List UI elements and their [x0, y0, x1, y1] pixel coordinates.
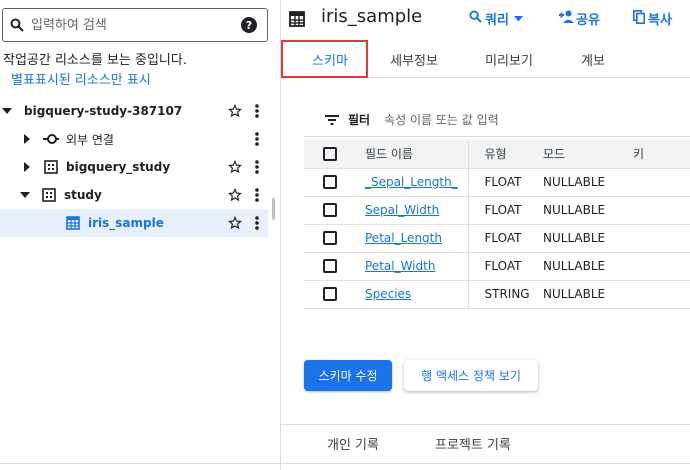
chevron-down-icon — [513, 11, 523, 26]
field-name-link[interactable]: _Sepal_Length_ — [365, 175, 458, 189]
share-label: 공유 — [576, 13, 600, 28]
row-checkbox[interactable] — [323, 287, 337, 302]
field-type: FLOAT — [468, 168, 543, 197]
tree-item-table-iris-sample[interactable]: iris_sample — [0, 209, 268, 237]
field-mode: NULLABLE — [543, 252, 633, 281]
table-header: iris_sample 쿼리 공유 복사 — [281, 0, 690, 36]
row-checkbox[interactable] — [323, 203, 337, 218]
workspace-notice: 작업공간 리소스를 보는 중입니다. — [3, 53, 187, 68]
view-row-access-policies-button[interactable]: 행 액세스 정책 보기 — [404, 360, 538, 391]
field-type: FLOAT — [468, 224, 543, 253]
chevron-down-icon[interactable] — [18, 191, 32, 199]
more-vert-icon[interactable] — [246, 104, 268, 118]
edit-schema-button[interactable]: 스키마 수정 — [304, 360, 392, 391]
search-icon — [469, 10, 482, 27]
row-checkbox[interactable] — [323, 175, 337, 190]
chevron-right-icon[interactable] — [20, 162, 34, 172]
more-vert-icon[interactable] — [246, 216, 268, 230]
tree-item-label: bigquery-study-387107 — [24, 104, 183, 118]
dataset-icon — [40, 188, 58, 202]
star-icon[interactable] — [224, 160, 246, 174]
table-header-row: 필드 이름 유형 모드 키 — [304, 140, 690, 169]
copy-button[interactable]: 복사 — [633, 9, 672, 28]
table-row: Species STRING NULLABLE — [304, 280, 690, 309]
page-title: iris_sample — [321, 6, 423, 27]
tab-lineage[interactable]: 계보 — [571, 40, 615, 78]
filter-icon — [320, 114, 344, 125]
field-name-link[interactable]: Petal_Length — [365, 231, 442, 245]
copy-label: 복사 — [648, 13, 672, 28]
star-icon[interactable] — [224, 188, 246, 202]
field-mode: NULLABLE — [543, 168, 633, 197]
scrollbar-thumb[interactable] — [272, 198, 275, 220]
table-row: Petal_Width FLOAT NULLABLE — [304, 252, 690, 281]
filter-placeholder[interactable]: 속성 이름 또는 값 입력 — [384, 111, 499, 128]
search-box[interactable]: ? — [2, 8, 268, 42]
bigquery-explorer-window: ? 작업공간 리소스를 보는 중입니다. 별표표시된 리소스만 표시 bigqu… — [0, 0, 690, 470]
table-row: Sepal_Width FLOAT NULLABLE — [304, 196, 690, 225]
query-label: 쿼리 — [485, 13, 509, 28]
column-header-type: 유형 — [468, 140, 543, 169]
tree-item-external[interactable]: 외부 연결 — [0, 125, 268, 153]
chevron-right-icon[interactable] — [20, 134, 34, 144]
field-type: STRING — [468, 280, 543, 309]
share-button[interactable]: 공유 — [558, 9, 600, 28]
star-icon[interactable] — [224, 216, 246, 230]
explorer-panel: ? 작업공간 리소스를 보는 중입니다. 별표표시된 리소스만 표시 bigqu… — [0, 0, 276, 470]
dataset-icon — [42, 160, 60, 174]
field-mode: NULLABLE — [543, 196, 633, 225]
help-icon[interactable]: ? — [241, 17, 257, 33]
person-add-icon — [558, 10, 574, 27]
copy-icon — [633, 9, 646, 28]
field-name-link[interactable]: Sepal_Width — [365, 203, 439, 217]
tree-item-project[interactable]: bigquery-study-387107 — [0, 97, 268, 125]
history-divider — [281, 424, 690, 425]
field-name-link[interactable]: Petal_Width — [365, 259, 435, 273]
more-vert-icon[interactable] — [246, 132, 268, 146]
tree-item-label: 외부 연결 — [66, 132, 114, 147]
tab-personal-history[interactable]: 개인 기록 — [327, 434, 379, 453]
field-type: FLOAT — [468, 252, 543, 281]
schema-table: 필드 이름 유형 모드 키 _Sepal_Length_ FLOAT NULLA… — [304, 140, 690, 309]
tab-highlight-box — [281, 40, 368, 78]
tree-item-label: iris_sample — [88, 216, 164, 230]
field-mode: NULLABLE — [543, 224, 633, 253]
show-starred-link[interactable]: 별표표시된 리소스만 표시 — [11, 69, 151, 88]
more-vert-icon[interactable] — [246, 160, 268, 174]
select-all-checkbox[interactable] — [323, 147, 337, 161]
column-header-key: 키 — [633, 140, 690, 169]
star-icon[interactable] — [224, 104, 246, 118]
filter-label: 필터 — [348, 113, 371, 127]
search-icon — [3, 18, 31, 32]
query-button[interactable]: 쿼리 — [469, 9, 523, 28]
tree-item-label: bigquery_study — [66, 160, 171, 174]
bottom-border — [0, 463, 690, 464]
search-input[interactable] — [31, 17, 241, 33]
filter-bar[interactable]: 필터 속성 이름 또는 값 입력 — [304, 103, 690, 137]
tree-item-dataset-study[interactable]: study — [0, 181, 268, 209]
row-checkbox[interactable] — [323, 231, 337, 246]
field-type: FLOAT — [468, 196, 543, 225]
tree-item-dataset-bigquery-study[interactable]: bigquery_study — [0, 153, 268, 181]
field-name-link[interactable]: Species — [365, 287, 411, 301]
tab-project-history[interactable]: 프로젝트 기록 — [435, 434, 511, 453]
connection-icon — [42, 133, 60, 145]
more-vert-icon[interactable] — [246, 188, 268, 202]
table-row: Petal_Length FLOAT NULLABLE — [304, 224, 690, 253]
row-checkbox[interactable] — [323, 259, 337, 274]
table-row: _Sepal_Length_ FLOAT NULLABLE — [304, 168, 690, 197]
table-icon — [64, 216, 82, 230]
tree-item-label: study — [64, 188, 102, 202]
chevron-down-icon[interactable] — [0, 107, 14, 115]
tab-details[interactable]: 세부정보 — [379, 40, 449, 78]
field-mode: NULLABLE — [543, 280, 633, 309]
column-header-mode: 모드 — [543, 140, 633, 169]
table-icon — [289, 11, 305, 31]
tab-preview[interactable]: 미리보기 — [471, 40, 547, 78]
column-header-field-name: 필드 이름 — [365, 140, 469, 169]
